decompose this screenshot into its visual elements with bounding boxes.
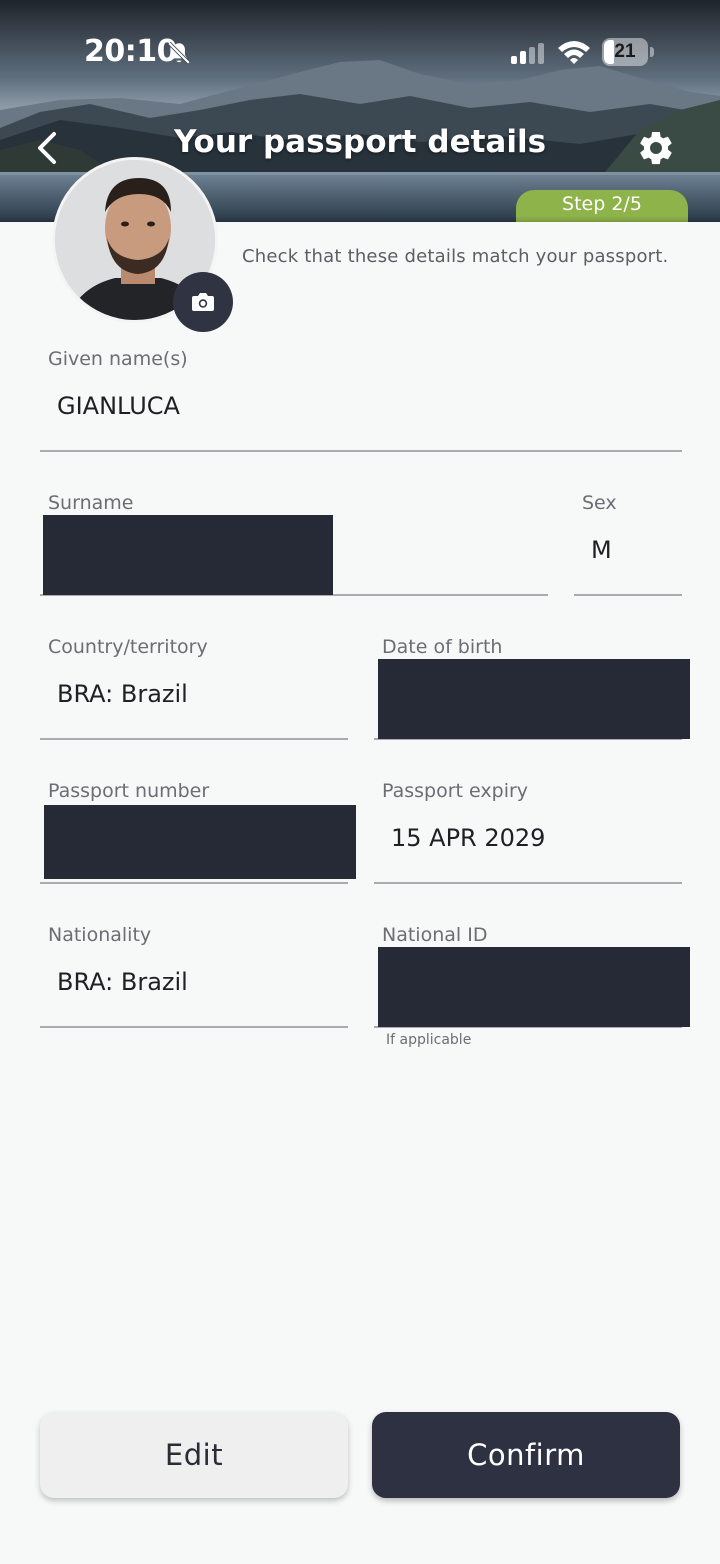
edit-button[interactable]: Edit [40,1412,348,1498]
status-time: 20:10 [84,34,178,69]
sex-label: Sex [582,492,617,514]
passport-number-underline [40,882,348,884]
given-name-field[interactable]: Given name(s) GIANLUCA [40,348,682,452]
given-name-value: GIANLUCA [57,392,180,420]
page-title: Your passport details [173,124,547,160]
date-of-birth-label: Date of birth [382,636,503,658]
intro-text: Check that these details match your pass… [242,246,669,267]
settings-button[interactable] [636,128,676,168]
battery-icon: 21 [602,38,654,66]
country-field[interactable]: Country/territory BRA: Brazil [40,636,348,740]
given-name-label: Given name(s) [48,348,188,370]
national-id-label: National ID [382,924,488,946]
surname-label: Surname [48,492,134,514]
nationality-underline [40,1026,348,1028]
sex-field[interactable]: Sex M [574,492,682,596]
bell-slash-icon [167,41,191,65]
signal-icon [511,43,544,64]
wifi-icon [558,41,590,64]
country-value: BRA: Brazil [57,680,188,708]
nationality-value: BRA: Brazil [57,968,188,996]
gear-icon [640,131,672,165]
national-id-hint: If applicable [386,1032,472,1048]
change-photo-button[interactable] [173,272,233,332]
country-label: Country/territory [48,636,208,658]
status-bar: 20:10 21 [0,0,720,100]
sex-value: M [591,536,612,564]
country-underline [40,738,348,740]
camera-icon [192,293,214,311]
nationality-field[interactable]: Nationality BRA: Brazil [40,924,348,1028]
nationality-label: Nationality [48,924,152,946]
passport-expiry-field[interactable]: Passport expiry 15 APR 2029 [374,780,682,884]
passport-expiry-underline [374,882,682,884]
passport-expiry-label: Passport expiry [382,780,529,802]
passport-number-redaction [44,805,356,879]
date-of-birth-redaction [378,659,690,739]
passport-expiry-value: 15 APR 2029 [391,824,546,852]
national-id-redaction [378,947,690,1027]
step-badge: Step 2/5 [516,190,688,222]
surname-redaction [43,515,333,595]
battery-level: 21 [614,41,636,62]
passport-number-label: Passport number [48,780,210,802]
sex-underline [574,594,682,596]
confirm-button[interactable]: Confirm [372,1412,680,1498]
given-name-underline [40,450,682,452]
